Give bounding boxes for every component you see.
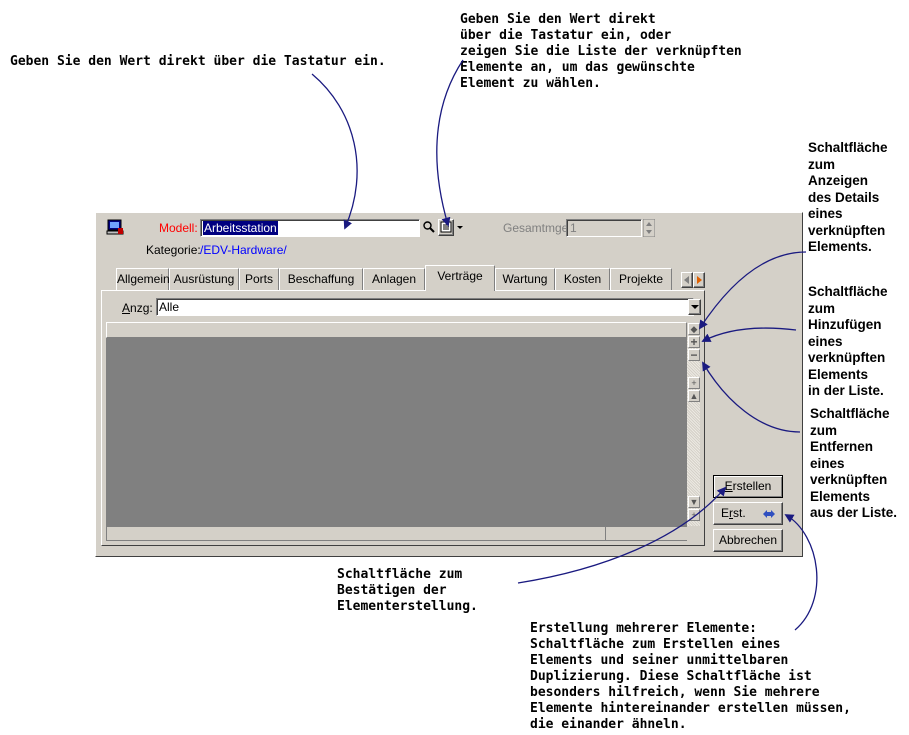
linked-items-list[interactable] xyxy=(106,338,687,526)
scroll-down-button[interactable]: ▼ xyxy=(688,496,700,508)
list-picker-button[interactable] xyxy=(438,219,454,236)
total-field[interactable]: 1 xyxy=(566,219,642,237)
chevron-right-icon xyxy=(697,276,702,284)
category-label: Kategorie: xyxy=(146,243,201,257)
arrow-manual-entry xyxy=(311,73,358,230)
tab-wartung[interactable]: Wartung xyxy=(495,268,555,290)
total-value: 1 xyxy=(570,221,577,235)
plus-icon: + xyxy=(691,510,697,520)
plus-icon: + xyxy=(690,335,698,349)
remove-button[interactable]: − xyxy=(688,349,700,361)
horizontal-scrollbar[interactable] xyxy=(106,526,687,541)
list-icon xyxy=(440,221,452,233)
scroll-top-button[interactable]: + xyxy=(688,377,700,389)
horizontal-scroll-thumb[interactable] xyxy=(605,527,687,540)
tab-scroll-left-button[interactable] xyxy=(681,272,693,288)
model-label: Modell: xyxy=(159,221,198,235)
search-icon[interactable] xyxy=(422,220,436,234)
asset-dialog: Modell: Arbeitsstation Gesamtmge: 1 Kate… xyxy=(95,212,803,557)
tab-ports[interactable]: Ports xyxy=(239,268,279,290)
create-multiple-label: Erst. xyxy=(721,506,746,520)
tab-beschaffung[interactable]: Beschaffung xyxy=(279,268,363,290)
total-spinner[interactable] xyxy=(642,218,656,238)
plus-icon: + xyxy=(691,378,697,388)
chevron-left-icon xyxy=(684,276,689,284)
annotation-create-button: Schaltfläche zum Bestätigen der Elemente… xyxy=(337,567,478,614)
chevron-down-icon: ▼ xyxy=(689,497,699,507)
model-value: Arbeitsstation xyxy=(203,221,278,235)
computer-icon xyxy=(106,218,124,236)
chevron-down-icon xyxy=(690,305,699,309)
annotation-manual-entry: Geben Sie den Wert direkt über die Tasta… xyxy=(10,54,386,69)
create-multiple-button[interactable]: Erst. xyxy=(713,502,783,525)
annotation-add-button: Schaltfläche zum Hinzufügen eines verknü… xyxy=(808,284,888,398)
filter-select[interactable]: Alle xyxy=(156,298,694,316)
create-button[interactable]: Erstellen xyxy=(713,475,783,498)
detail-button[interactable]: ◆ xyxy=(688,323,700,335)
chevron-up-icon: ▲ xyxy=(689,391,699,401)
annotation-create-multiple: Erstellung mehrerer Elemente: Schaltfläc… xyxy=(530,621,851,732)
tab-allgemein[interactable]: Allgemein xyxy=(116,268,170,290)
minus-icon: − xyxy=(690,348,698,362)
tab-kosten[interactable]: Kosten xyxy=(555,268,610,290)
list-header xyxy=(106,322,687,338)
add-button[interactable]: + xyxy=(688,336,700,348)
annotation-remove-button: Schaltfläche zum Entfernen eines verknüp… xyxy=(810,406,898,520)
category-link[interactable]: /EDV-Hardware/ xyxy=(200,243,287,257)
cancel-button[interactable]: Abbrechen xyxy=(713,529,783,552)
tab-ausruestung[interactable]: Ausrüstung xyxy=(169,268,239,290)
filter-value: Alle xyxy=(159,300,180,314)
magnifier-icon: ◆ xyxy=(690,324,698,334)
annotation-list-entry: Geben Sie den Wert direkt über die Tasta… xyxy=(460,12,742,91)
tab-projekte[interactable]: Projekte xyxy=(610,268,672,290)
create-button-label: Erstellen xyxy=(724,479,772,493)
model-field[interactable]: Arbeitsstation xyxy=(200,219,420,237)
tab-anlagen[interactable]: Anlagen xyxy=(363,268,425,290)
annotation-detail-button: Schaltfläche zum Anzeigen des Details ei… xyxy=(808,140,888,254)
duplicate-icon xyxy=(763,510,775,518)
chevron-down-icon[interactable] xyxy=(455,220,465,234)
filter-dropdown-button[interactable] xyxy=(688,299,701,315)
filter-label: Anzg: xyxy=(122,301,153,315)
tab-vertraege[interactable]: Verträge xyxy=(425,265,495,291)
scroll-up-button[interactable]: ▲ xyxy=(688,390,700,402)
tab-scroll-right-button[interactable] xyxy=(693,272,705,288)
total-label: Gesamtmge: xyxy=(503,221,572,235)
scroll-bottom-button[interactable]: + xyxy=(688,509,700,521)
